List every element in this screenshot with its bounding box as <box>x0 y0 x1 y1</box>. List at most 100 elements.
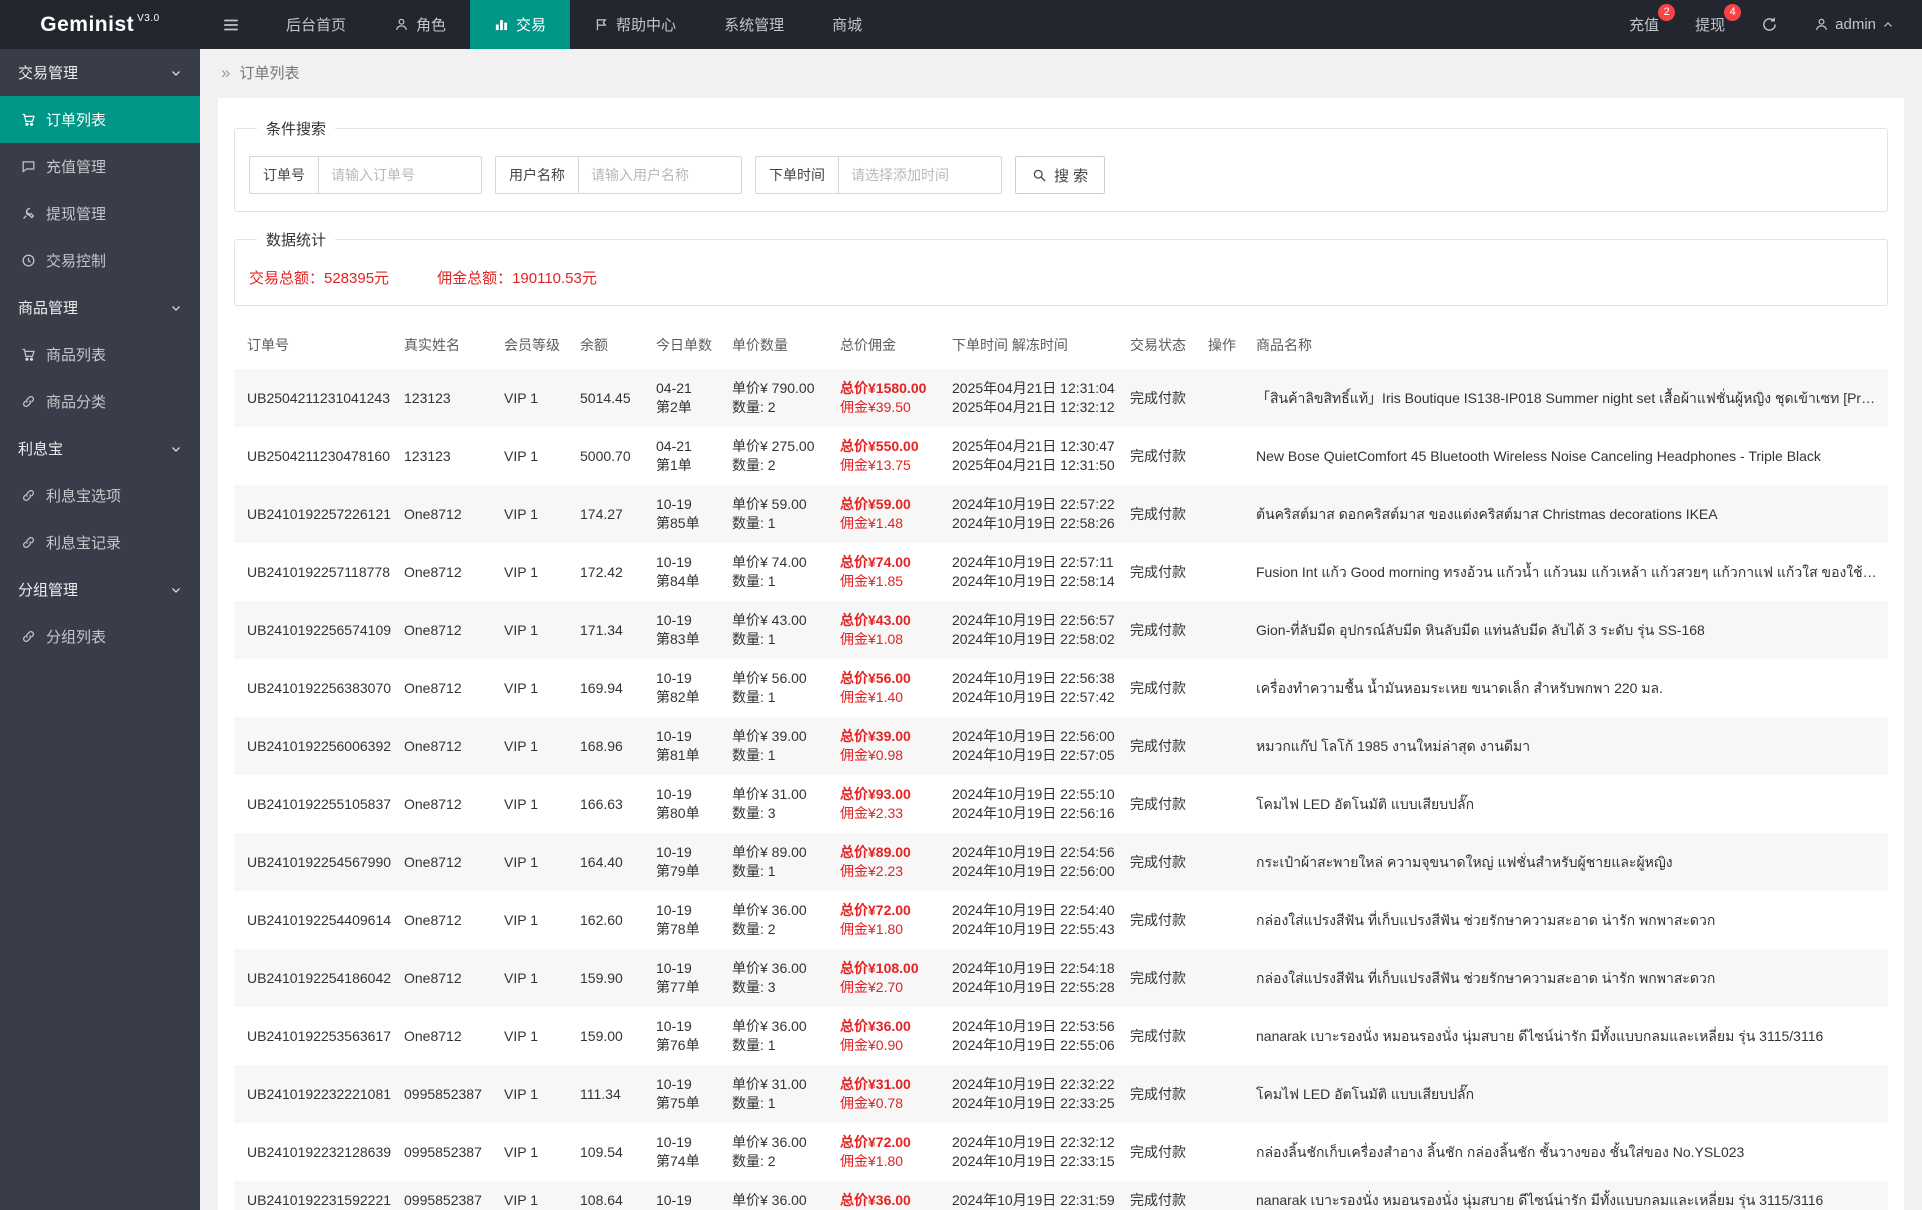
cell-times: 2024年10月19日 22:57:22 2024年10月19日 22:58:2… <box>944 485 1122 543</box>
quantity: 数量: 2 <box>732 456 824 475</box>
order-time: 2024年10月19日 22:56:38 <box>952 669 1114 688</box>
cell-status: 完成付款 <box>1122 833 1200 891</box>
sidebar-order-list-label: 订单列表 <box>46 109 106 130</box>
withdraw-button[interactable]: 提现 4 <box>1677 0 1743 49</box>
sidebar-item-product-category[interactable]: 商品分类 <box>0 378 200 425</box>
sidebar-item-lixibao-records[interactable]: 利息宝记录 <box>0 519 200 566</box>
sidebar-item-product-list[interactable]: 商品列表 <box>0 331 200 378</box>
unit-price: 单价¥ 59.00 <box>732 495 824 514</box>
topnav-item-trade[interactable]: 交易 <box>470 0 570 49</box>
order-time-input[interactable] <box>839 157 1001 193</box>
topnav-item-mall[interactable]: 商城 <box>808 0 886 49</box>
cell-operation <box>1200 659 1248 717</box>
order-time: 2024年10月19日 22:54:18 <box>952 959 1114 978</box>
cell-balance: 159.90 <box>572 949 648 1007</box>
cell-product-name: Fusion Int แก้ว Good morning ทรงอ้วน แก้… <box>1248 543 1888 601</box>
sidebar-item-recharge-mgmt[interactable]: 充值管理 <box>0 143 200 190</box>
column-header: 商品名称 <box>1248 321 1888 369</box>
table-row: UB2410192232128639 0995852387 VIP 1 109.… <box>234 1123 1888 1181</box>
cell-price-qty: 单价¥ 74.00 数量: 1 <box>724 543 832 601</box>
topnav-item-home[interactable]: 后台首页 <box>262 0 370 49</box>
cell-status: 完成付款 <box>1122 891 1200 949</box>
unit-price: 单价¥ 39.00 <box>732 727 824 746</box>
chevron-down-icon <box>170 584 182 596</box>
cell-price-qty: 单价¥ 36.00 数量: 3 <box>724 949 832 1007</box>
sidebar-group-trade-label: 交易管理 <box>18 62 78 83</box>
cell-operation <box>1200 1065 1248 1123</box>
sidebar-group-lixibao[interactable]: 利息宝 <box>0 425 200 472</box>
sidebar-item-order-list[interactable]: 订单列表 <box>0 96 200 143</box>
order-time: 2024年10月19日 22:32:12 <box>952 1133 1114 1152</box>
link-icon <box>21 488 36 503</box>
table-row: UB2410192256574109 One8712 VIP 1 171.34 … <box>234 601 1888 659</box>
username-input[interactable] <box>579 157 741 193</box>
topnav-item-help[interactable]: 帮助中心 <box>570 0 700 49</box>
recharge-badge: 2 <box>1658 4 1675 21</box>
brand-name: Geminist <box>40 13 134 37</box>
order-time: 2024年10月19日 22:57:22 <box>952 495 1114 514</box>
sidebar-product-category-label: 商品分类 <box>46 391 106 412</box>
topnav-system-label: 系统管理 <box>724 14 784 35</box>
cell-balance: 169.94 <box>572 659 648 717</box>
today-date: 10-19 <box>656 553 716 572</box>
topnav-item-role[interactable]: 角色 <box>370 0 470 49</box>
quantity: 数量: 1 <box>732 862 824 881</box>
total-price: 总价¥43.00 <box>840 611 936 630</box>
topnav-item-system[interactable]: 系统管理 <box>700 0 808 49</box>
user-menu[interactable]: admin <box>1796 0 1912 49</box>
cell-vip-level: VIP 1 <box>496 1065 572 1123</box>
brand-logo: Geminist V3.0 <box>0 0 200 49</box>
quantity: 数量: 2 <box>732 920 824 939</box>
topnav-home-label: 后台首页 <box>286 14 346 35</box>
cell-order-no: UB2410192253563617 <box>234 1007 396 1065</box>
sidebar-item-lixibao-options[interactable]: 利息宝选项 <box>0 472 200 519</box>
cell-product-name: กล่องใส่แปรงสีฟัน ที่เก็บแปรงสีฟัน ช่วยร… <box>1248 949 1888 1007</box>
unfreeze-time: 2024年10月19日 22:58:26 <box>952 514 1114 533</box>
cell-order-no: UB2410192256574109 <box>234 601 396 659</box>
sidebar-group-product[interactable]: 商品管理 <box>0 284 200 331</box>
total-price: 总价¥72.00 <box>840 901 936 920</box>
cell-status: 完成付款 <box>1122 1123 1200 1181</box>
sidebar-item-grouping-list[interactable]: 分组列表 <box>0 613 200 660</box>
table-row: UB2410192253563617 One8712 VIP 1 159.00 … <box>234 1007 1888 1065</box>
cell-total-commission: 总价¥89.00 佣金¥2.23 <box>832 833 944 891</box>
sidebar-group-trade[interactable]: 交易管理 <box>0 49 200 96</box>
cell-price-qty: 单价¥ 39.00 数量: 1 <box>724 717 832 775</box>
cell-today-orders: 10-19 第85单 <box>648 485 724 543</box>
search-button[interactable]: 搜 索 <box>1015 156 1105 194</box>
sidebar-toggle-button[interactable] <box>200 0 262 49</box>
today-date: 10-19 <box>656 785 716 804</box>
sidebar-group-grouping-label: 分组管理 <box>18 579 78 600</box>
cell-status: 完成付款 <box>1122 949 1200 1007</box>
quantity: 数量: 1 <box>732 1036 824 1055</box>
table-row: UB2410192232221081 0995852387 VIP 1 111.… <box>234 1065 1888 1123</box>
cell-total-commission: 总价¥74.00 佣金¥1.85 <box>832 543 944 601</box>
cell-today-orders: 10-19 第82单 <box>648 659 724 717</box>
recharge-button[interactable]: 充值 2 <box>1611 0 1677 49</box>
order-time: 2024年10月19日 22:56:00 <box>952 727 1114 746</box>
link-icon <box>21 394 36 409</box>
today-order-number: 第1单 <box>656 456 716 475</box>
cell-times: 2024年10月19日 22:54:56 2024年10月19日 22:56:0… <box>944 833 1122 891</box>
cell-price-qty: 单价¥ 31.00 数量: 1 <box>724 1065 832 1123</box>
cell-product-name: nanarak เบาะรองนั่ง หมอนรองนั่ง นุ่มสบาย… <box>1248 1007 1888 1065</box>
sidebar-item-trade-control[interactable]: 交易控制 <box>0 237 200 284</box>
order-time: 2024年10月19日 22:54:40 <box>952 901 1114 920</box>
table-row: UB2410192254186042 One8712 VIP 1 159.90 … <box>234 949 1888 1007</box>
orders-panel: 条件搜索 订单号 用户名称 下单时间 <box>218 98 1904 1210</box>
sidebar-group-grouping[interactable]: 分组管理 <box>0 566 200 613</box>
cell-today-orders: 10-19 第75单 <box>648 1065 724 1123</box>
cell-price-qty: 单价¥ 275.00 数量: 2 <box>724 427 832 485</box>
cell-real-name: 0995852387 <box>396 1123 496 1181</box>
order-time: 2024年10月19日 22:31:59 <box>952 1191 1114 1210</box>
cell-total-commission: 总价¥36.00 佣金¥0.90 <box>832 1007 944 1065</box>
sidebar-item-withdraw-mgmt[interactable]: 提现管理 <box>0 190 200 237</box>
order-no-input[interactable] <box>319 157 481 193</box>
cell-order-no: UB2410192256006392 <box>234 717 396 775</box>
cell-price-qty: 单价¥ 36.00 数量: 2 <box>724 1123 832 1181</box>
cell-vip-level: VIP 1 <box>496 833 572 891</box>
table-row: UB2504211230478160 123123 VIP 1 5000.70 … <box>234 427 1888 485</box>
today-order-number: 第77单 <box>656 978 716 997</box>
cell-product-name: กล่องลิ้นชักเก็บเครื่องสำอาง ลิ้นชัก กล่… <box>1248 1123 1888 1181</box>
refresh-button[interactable] <box>1743 0 1796 49</box>
